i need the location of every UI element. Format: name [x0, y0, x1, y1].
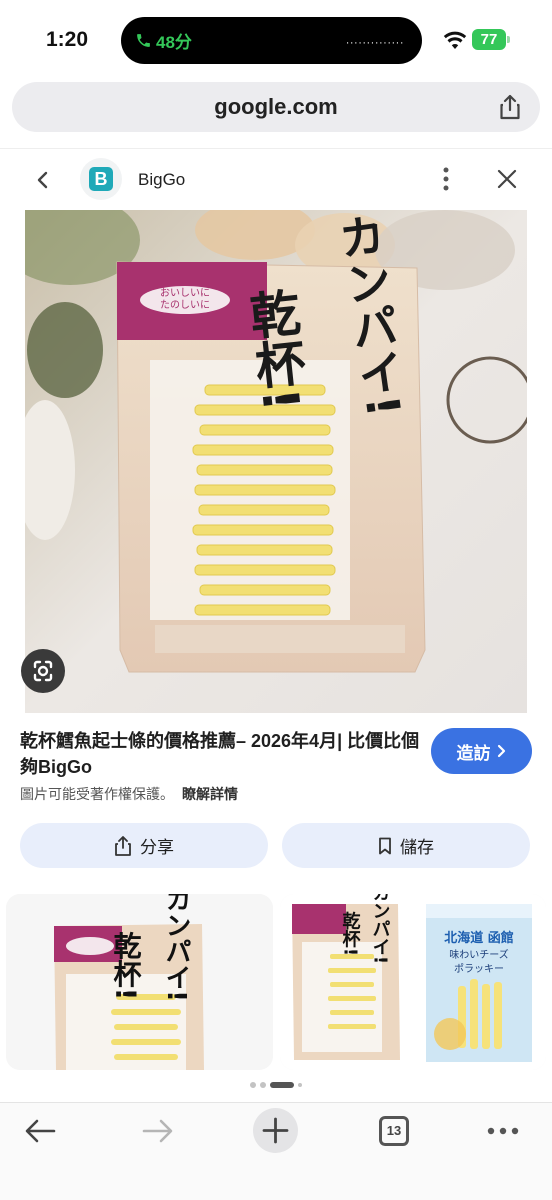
save-button-label: 儲存: [400, 838, 434, 857]
phone-icon: [137, 34, 150, 47]
call-duration: 48分: [156, 33, 192, 52]
call-indicator: 48分: [135, 28, 192, 53]
dynamic-island[interactable]: 48分 ··············: [121, 17, 422, 64]
biggo-logo-icon: B: [89, 167, 113, 191]
battery-cap: [507, 36, 510, 43]
site-logo[interactable]: B: [80, 158, 122, 200]
related-package-kanji: 乾杯!: [110, 931, 143, 1000]
related-pack-title: カンパイ!: [370, 894, 391, 964]
related-products-photo: カンパイ! 乾杯! 北海道 函館 味わいチーズ ポラッキー: [280, 894, 546, 1070]
share-button-label: 分享: [140, 838, 174, 857]
browser-toolbar: 13: [0, 1102, 552, 1200]
new-tab-button[interactable]: [253, 1108, 298, 1153]
wifi-icon: [443, 31, 467, 49]
carousel-pager: [0, 1079, 552, 1091]
url-text[interactable]: google.com: [12, 94, 540, 120]
back-arrow-icon[interactable]: [24, 1118, 56, 1144]
related-image-card[interactable]: カンパイ! 乾杯! 北海道 函館 味わいチーズ ポラッキー: [280, 894, 546, 1070]
forward-arrow-icon[interactable]: [142, 1118, 174, 1144]
status-time: 1:20: [46, 28, 89, 51]
related-pack2-line3: ポラッキー: [454, 963, 504, 975]
related-package-title: カンパイ!: [161, 894, 191, 1002]
tab-switcher-button[interactable]: 13: [379, 1116, 409, 1146]
chevron-left-icon[interactable]: [32, 169, 54, 191]
lens-icon: [33, 660, 53, 682]
google-lens-button[interactable]: [21, 649, 65, 693]
pager-dot: [298, 1083, 302, 1087]
product-photo: おいしいに たのしいに カンパイ! 乾杯!: [25, 210, 527, 713]
close-icon[interactable]: [496, 168, 518, 190]
related-pack-kanji: 乾杯!: [340, 911, 361, 956]
pager-dot: [250, 1082, 256, 1088]
more-horiz-icon[interactable]: [486, 1125, 520, 1137]
audio-waveform-icon: ··············: [345, 37, 404, 49]
copyright-text: 圖片可能受著作權保護。: [20, 786, 174, 802]
related-pack2-line1: 北海道 函館: [444, 930, 514, 946]
battery-level: 77: [472, 29, 506, 50]
related-image-card[interactable]: カンパイ! 乾杯!: [6, 894, 273, 1070]
learn-more-link[interactable]: 瞭解詳情: [182, 786, 238, 802]
main-product-image[interactable]: おいしいに たのしいに カンパイ! 乾杯!: [25, 210, 527, 713]
bookmark-icon: [379, 837, 391, 854]
visit-button-label: 造訪: [456, 743, 491, 763]
more-vert-icon[interactable]: [436, 166, 456, 192]
copyright-note: 圖片可能受著作權保護。 瞭解詳情: [20, 784, 238, 804]
related-product-photo: カンパイ! 乾杯!: [6, 894, 273, 1070]
site-name[interactable]: BigGo: [138, 170, 185, 190]
package-tag-2: たのしいに: [160, 299, 210, 311]
share-icon[interactable]: [498, 94, 522, 120]
related-pack2-line2: 味わいチーズ: [449, 948, 509, 961]
pager-dot: [260, 1082, 266, 1088]
plus-icon: [262, 1117, 289, 1144]
share-icon: [115, 835, 131, 856]
save-button[interactable]: 儲存: [282, 823, 530, 868]
pager-dot-active: [270, 1082, 294, 1088]
visit-button[interactable]: 造訪: [431, 728, 532, 774]
package-tag-1: おいしいに: [160, 287, 210, 299]
result-panel-header: B BigGo: [0, 148, 552, 210]
battery-icon: 77: [472, 29, 510, 50]
chevron-right-icon: [497, 744, 505, 758]
share-button[interactable]: 分享: [20, 823, 268, 868]
status-bar: 1:20 48分 ·············· 77: [0, 0, 552, 80]
result-title[interactable]: 乾杯鱈魚起士條的價格推薦– 2026年4月| 比價比個夠BigGo: [20, 728, 420, 780]
address-bar[interactable]: google.com: [12, 82, 540, 132]
